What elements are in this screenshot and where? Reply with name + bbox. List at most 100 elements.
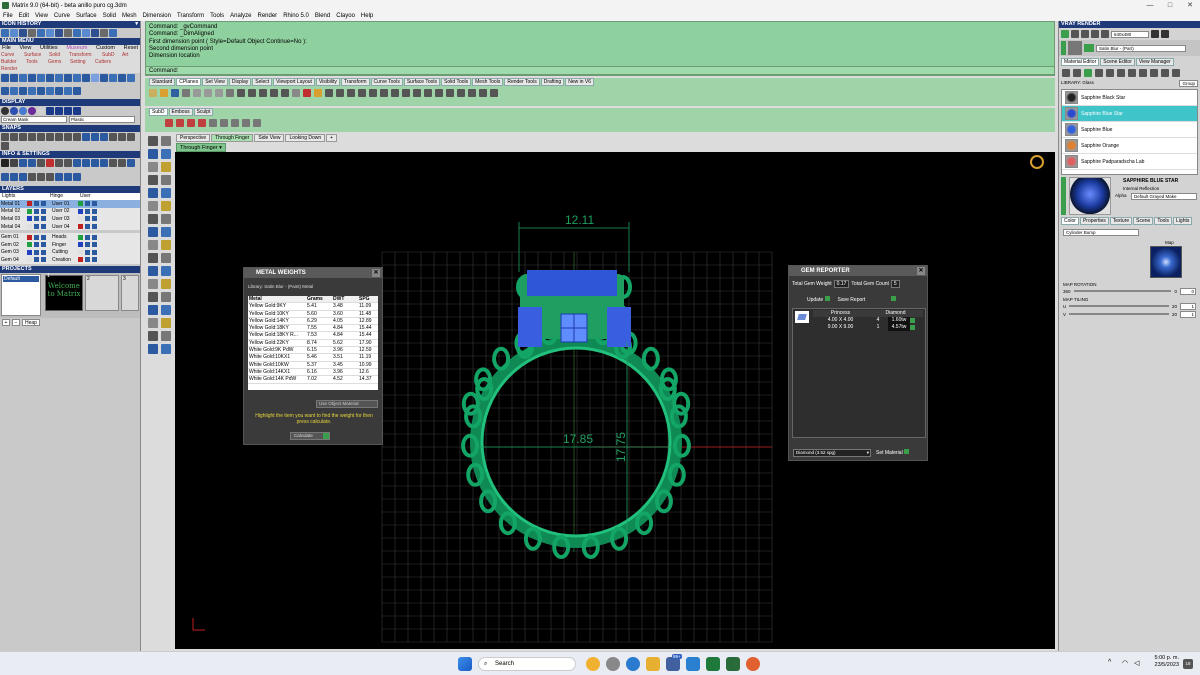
menu-tools[interactable]: Tools (207, 13, 227, 19)
setting-icon[interactable] (28, 172, 36, 181)
tab-properties[interactable]: Properties (1079, 217, 1109, 225)
tool-icon[interactable] (37, 74, 45, 82)
material-tool-icon[interactable] (1084, 69, 1092, 77)
layer-color-swatch[interactable] (78, 242, 83, 248)
use-object-material-button[interactable]: Use Object Material (316, 400, 378, 408)
side-tool-icon[interactable] (148, 175, 158, 185)
layer-color-swatch[interactable] (27, 242, 32, 248)
metal-row[interactable]: White Gold:10KX1 5.46 3.51 11.19 (248, 354, 378, 362)
copy-icon[interactable] (204, 89, 212, 97)
layer-visible-icon[interactable] (85, 242, 90, 248)
cplane-icon[interactable] (336, 89, 344, 97)
material-tool-icon[interactable] (1095, 69, 1103, 77)
layer-visible-icon[interactable] (34, 201, 39, 207)
tab-mesh-tools[interactable]: Mesh Tools (472, 78, 504, 86)
menu-render[interactable]: Render (255, 13, 281, 19)
snap-icon[interactable] (118, 133, 126, 141)
layer-lock-icon[interactable] (92, 208, 97, 214)
open-folder-icon[interactable] (160, 89, 168, 97)
render-icon[interactable] (1151, 30, 1159, 38)
go-icon[interactable] (910, 318, 915, 323)
layer-visible-icon[interactable] (85, 208, 90, 214)
cplane-icon[interactable] (325, 89, 333, 97)
render-icon[interactable] (1061, 30, 1069, 38)
tab-perspective[interactable]: Perspective (176, 134, 211, 142)
tool-icon[interactable] (118, 74, 126, 82)
side-tool-icon[interactable] (148, 344, 158, 354)
menu-clayoo[interactable]: Clayoo (333, 13, 358, 19)
go-icon[interactable] (910, 325, 915, 330)
setting-icon[interactable] (91, 159, 99, 167)
setting-icon[interactable] (118, 159, 126, 167)
windows-start-icon[interactable] (458, 657, 472, 671)
command-input[interactable]: Command: (145, 66, 1055, 75)
layers-header-lights[interactable]: Lights (2, 193, 50, 200)
history-tool-icon[interactable] (10, 29, 18, 37)
main-menu-file[interactable]: File (2, 45, 11, 52)
tab-visibility[interactable]: Visibility (315, 78, 340, 86)
metal-row[interactable]: Yellow Gold:18KY R... 7.53 4.84 15.44 (248, 332, 378, 340)
side-tool-icon[interactable] (148, 318, 158, 328)
tool-icon[interactable] (82, 74, 90, 82)
setting-icon[interactable] (10, 172, 18, 181)
layer-row[interactable]: Metal 02 User 02 (0, 207, 140, 216)
close-window-button[interactable]: ✕ (1180, 0, 1200, 11)
layer-color-swatch[interactable] (27, 224, 32, 230)
tool-icon[interactable] (1, 74, 9, 82)
builder-curve[interactable]: Curve (1, 52, 24, 59)
side-tool-icon[interactable] (161, 149, 171, 159)
material-list-item[interactable]: Sapphire Padparadscha Lab (1062, 154, 1197, 170)
group-select[interactable]: Group (1179, 80, 1198, 87)
snap-icon[interactable] (55, 133, 63, 141)
main-menu-reset[interactable]: Reset (124, 45, 138, 52)
history-tool-icon[interactable] (73, 29, 81, 37)
layers-header-user[interactable]: User (80, 193, 110, 200)
builder-setting[interactable]: Setting (70, 59, 95, 66)
menu-mesh[interactable]: Mesh (119, 13, 140, 19)
layer-color-swatch[interactable] (27, 208, 32, 214)
minimize-button[interactable]: — (1140, 0, 1160, 11)
map-type-select[interactable]: Cylinder Bump (1063, 229, 1139, 236)
snap-icon[interactable] (82, 133, 90, 141)
builder-subd[interactable]: SubD (102, 52, 122, 59)
tab-tools[interactable]: Tools (1154, 217, 1173, 225)
tab-drafting[interactable]: Drafting (540, 78, 565, 86)
history-tool-icon[interactable] (1, 29, 9, 37)
history-tool-icon[interactable] (100, 29, 108, 37)
side-tool-icon[interactable] (161, 331, 171, 341)
builder-art[interactable]: Art (122, 52, 137, 59)
history-tool-icon[interactable] (82, 29, 90, 37)
layer-visible-icon[interactable] (85, 216, 90, 222)
tab-through-finger[interactable]: Through Finger (211, 134, 254, 142)
render-icon[interactable] (1081, 30, 1089, 38)
menu-edit[interactable]: Edit (16, 13, 32, 19)
layer-visible-icon[interactable] (34, 208, 39, 214)
tool-icon[interactable] (64, 74, 72, 82)
tool-icon[interactable] (100, 74, 108, 82)
side-tool-icon[interactable] (148, 305, 158, 315)
subd-tool-icon[interactable] (187, 119, 195, 127)
shade-ball-icon[interactable] (19, 107, 27, 115)
history-tool-icon[interactable] (64, 29, 72, 37)
side-tool-icon[interactable] (161, 279, 171, 289)
subd-tool-icon[interactable] (165, 119, 173, 127)
builder-tools[interactable]: Tools (26, 59, 48, 66)
history-tool-icon[interactable] (91, 29, 99, 37)
shade-ball-icon[interactable] (37, 107, 45, 115)
display-tool-icon[interactable] (46, 107, 54, 115)
setting-icon[interactable] (28, 159, 36, 167)
setting-icon[interactable] (82, 159, 90, 167)
paste-icon[interactable] (215, 89, 223, 97)
metal-row[interactable]: Yellow Gold:14KY 6.29 4.05 12.89 (248, 318, 378, 326)
layer-visible-icon[interactable] (85, 234, 90, 240)
tab-surface-tools[interactable]: Surface Tools (403, 78, 441, 86)
material-tool-icon[interactable] (1106, 69, 1114, 77)
layer-visible-icon[interactable] (34, 224, 39, 230)
project-slot-2-thumb[interactable]: 2 (85, 274, 119, 311)
side-tool-icon[interactable] (161, 253, 171, 263)
star-map-preview[interactable] (1150, 246, 1182, 278)
snap-icon[interactable] (1, 142, 9, 150)
zoom-window-icon[interactable] (270, 89, 278, 97)
display-tool-icon[interactable] (73, 107, 81, 115)
set-material-button[interactable]: Set Material (876, 449, 910, 456)
